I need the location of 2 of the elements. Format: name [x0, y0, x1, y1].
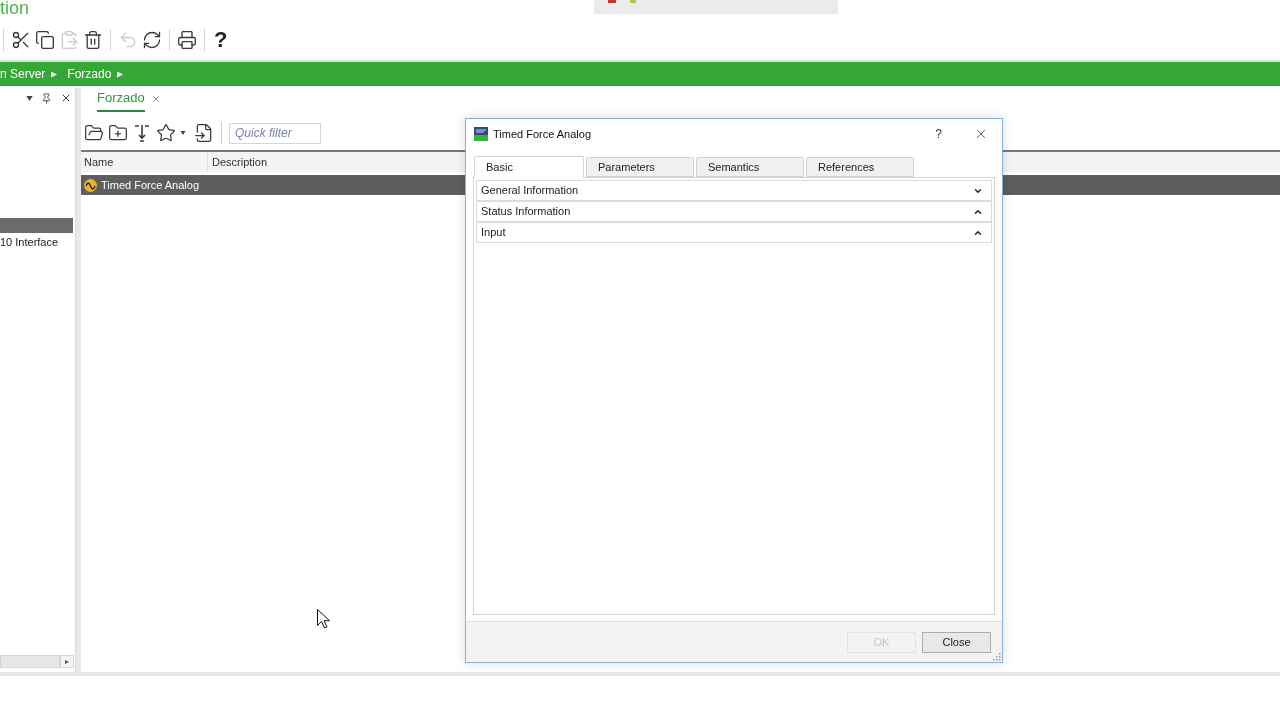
dialog-title: Timed Force Analog	[493, 126, 592, 142]
app-title: tion	[0, 0, 30, 16]
